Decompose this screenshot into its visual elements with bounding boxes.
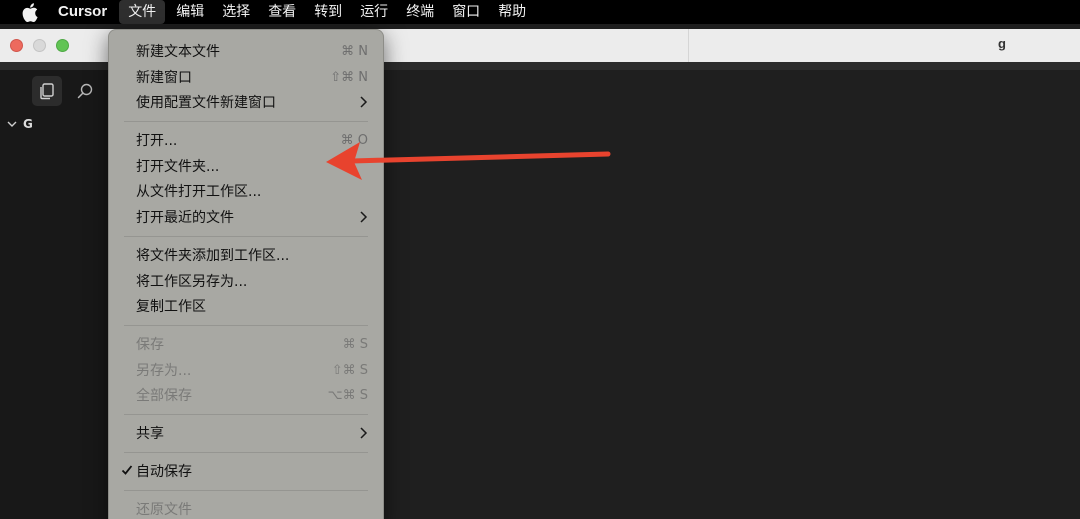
menu-separator [124, 414, 368, 415]
menu-file[interactable]: 文件 [119, 0, 166, 24]
menu-item-label: 共享 [136, 426, 164, 442]
menu-item-label: 从文件打开工作区... [136, 184, 262, 200]
menu-item-label: 还原文件 [136, 502, 192, 518]
close-window-button[interactable] [10, 39, 23, 52]
menu-item-open-recent[interactable]: 打开最近的文件 [124, 205, 368, 229]
menu-item-shortcut: ⇧⌘ S [331, 362, 368, 378]
menu-item-shortcut: ⇧⌘ N [330, 69, 368, 85]
annotation-arrow-icon [326, 142, 611, 180]
menu-item-shortcut: ⌘ S [342, 336, 368, 352]
menu-separator [124, 490, 368, 491]
menu-item-label: 复制工作区 [136, 299, 206, 315]
menu-view[interactable]: 查看 [259, 0, 305, 24]
menu-item-add-folder-to-workspace[interactable]: 将文件夹添加到工作区... [124, 243, 368, 267]
zoom-window-button[interactable] [56, 39, 69, 52]
explorer-root-label: G [23, 117, 33, 131]
minimize-window-button[interactable] [33, 39, 46, 52]
menu-item-label: 新建文本文件 [136, 44, 220, 60]
menu-item-label: 将工作区另存为... [136, 274, 248, 290]
menu-separator [124, 325, 368, 326]
menu-separator [124, 236, 368, 237]
explorer-files-icon[interactable] [32, 76, 62, 106]
chevron-right-icon [360, 96, 368, 108]
menu-item-label: 打开文件夹... [136, 159, 220, 175]
explorer-sidebar [0, 70, 108, 519]
app-menu-cursor[interactable]: Cursor [56, 0, 117, 24]
menu-item-shortcut: ⌘ N [341, 43, 368, 59]
menu-separator [124, 121, 368, 122]
menu-window[interactable]: 窗口 [443, 0, 489, 24]
menu-item-duplicate-workspace[interactable]: 复制工作区 [124, 294, 368, 318]
menu-item-label: 全部保存 [136, 388, 192, 404]
menu-item-save[interactable]: 保存 ⌘ S [124, 332, 368, 356]
menu-run[interactable]: 运行 [351, 0, 397, 24]
menu-item-new-window[interactable]: 新建窗口 ⇧⌘ N [124, 65, 368, 89]
menu-item-label: 打开最近的文件 [136, 210, 234, 226]
menu-item-label: 使用配置文件新建窗口 [136, 95, 276, 111]
menu-edit[interactable]: 编辑 [167, 0, 213, 24]
menu-item-share[interactable]: 共享 [124, 421, 368, 445]
menu-item-label: 自动保存 [136, 464, 192, 480]
window-title: g [998, 36, 1006, 51]
menu-item-save-workspace-as[interactable]: 将工作区另存为... [124, 269, 368, 293]
chevron-right-icon [360, 211, 368, 223]
titlebar-divider [688, 29, 689, 62]
menu-separator [124, 452, 368, 453]
chevron-down-icon [7, 121, 17, 127]
apple-logo-icon[interactable] [22, 2, 40, 22]
checkmark-icon [121, 465, 133, 475]
menu-item-label: 保存 [136, 337, 164, 353]
menu-item-auto-save[interactable]: 自动保存 [121, 459, 368, 483]
menu-item-label: 新建窗口 [136, 70, 192, 86]
file-dropdown-menu: 新建文本文件 ⌘ N 新建窗口 ⇧⌘ N 使用配置文件新建窗口 打开... ⌘ … [108, 29, 384, 519]
search-icon[interactable] [70, 76, 100, 106]
menu-item-save-all[interactable]: 全部保存 ⌥⌘ S [124, 383, 368, 407]
menu-item-label: 将文件夹添加到工作区... [136, 248, 290, 264]
menu-item-shortcut: ⌥⌘ S [327, 387, 368, 403]
chevron-right-icon [360, 427, 368, 439]
menu-item-new-window-with-profile[interactable]: 使用配置文件新建窗口 [124, 90, 368, 114]
menu-terminal[interactable]: 终端 [397, 0, 443, 24]
menu-selection[interactable]: 选择 [213, 0, 259, 24]
menu-go[interactable]: 转到 [305, 0, 351, 24]
menu-item-label: 另存为... [136, 363, 192, 379]
explorer-root-folder[interactable]: G [6, 117, 33, 131]
menu-help[interactable]: 帮助 [489, 0, 535, 24]
menu-item-new-text-file[interactable]: 新建文本文件 ⌘ N [124, 39, 368, 63]
menu-item-revert-file[interactable]: 还原文件 [124, 497, 368, 519]
menu-item-label: 打开... [136, 133, 178, 149]
menu-item-save-as[interactable]: 另存为... ⇧⌘ S [124, 358, 368, 382]
macos-menu-bar: Cursor 文件 编辑 选择 查看 转到 运行 终端 窗口 帮助 [0, 0, 1080, 24]
